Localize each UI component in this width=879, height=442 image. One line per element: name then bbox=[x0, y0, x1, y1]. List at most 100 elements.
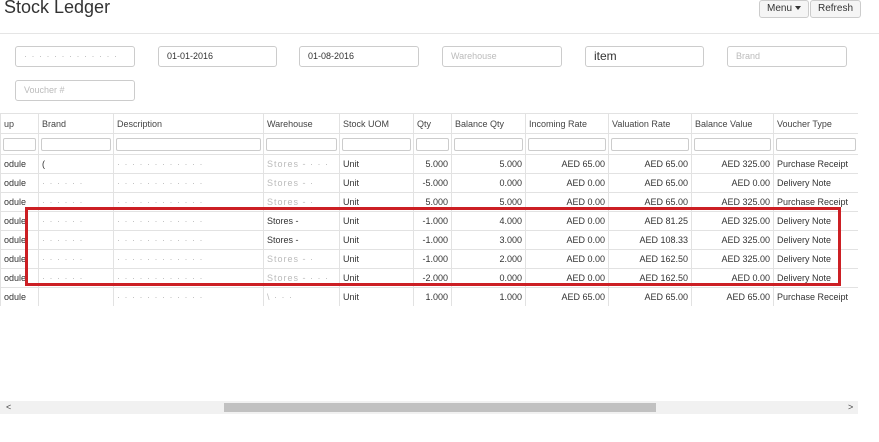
table-cell: odule bbox=[0, 230, 39, 250]
table-cell: · · · · · · bbox=[38, 268, 114, 288]
table-cell: odule bbox=[0, 173, 39, 193]
company-value: · · · · · · · · · · · · · bbox=[24, 51, 118, 61]
column-filter-input[interactable] bbox=[266, 137, 337, 151]
table-cell: AED 0.00 bbox=[525, 268, 609, 288]
table-cell: odule bbox=[0, 211, 39, 231]
table-cell: Delivery Note bbox=[773, 211, 858, 231]
table-cell: · · · · · · bbox=[38, 211, 114, 231]
table-cell: AED 325.00 bbox=[691, 192, 774, 212]
table-cell: AED 65.00 bbox=[608, 192, 692, 212]
column-header[interactable]: Incoming Rate bbox=[525, 113, 609, 134]
menu-button[interactable]: Menu bbox=[759, 0, 810, 18]
table-cell: Stores - bbox=[263, 230, 340, 250]
column-filter-input[interactable] bbox=[611, 137, 689, 151]
table-cell: 5.000 bbox=[451, 192, 526, 212]
refresh-button[interactable]: Refresh bbox=[810, 0, 862, 18]
table-cell: AED 162.50 bbox=[608, 249, 692, 269]
table-cell: AED 81.25 bbox=[608, 211, 692, 231]
item-filter[interactable]: item bbox=[585, 46, 704, 67]
table-cell: AED 0.00 bbox=[525, 211, 609, 231]
menu-label: Menu bbox=[767, 3, 793, 14]
column-filter-cell bbox=[525, 133, 609, 155]
table-cell: odule bbox=[0, 268, 39, 288]
column-header[interactable]: Balance Value bbox=[691, 113, 774, 134]
table-row[interactable]: odule(· · · · · · · · · · · · Stores - · … bbox=[0, 154, 858, 174]
from-date-filter[interactable]: 01-01-2016 bbox=[158, 46, 277, 67]
column-filter-input[interactable] bbox=[116, 137, 261, 151]
table-cell: 4.000 bbox=[451, 211, 526, 231]
column-filter-input[interactable] bbox=[41, 137, 111, 151]
brand-filter[interactable]: Brand bbox=[727, 46, 847, 67]
table-cell: AED 65.00 bbox=[525, 154, 609, 174]
table-cell: -5.000 bbox=[413, 173, 452, 193]
column-filter-input[interactable] bbox=[342, 137, 411, 151]
column-filter-input[interactable] bbox=[416, 137, 449, 151]
column-filter-input[interactable] bbox=[694, 137, 771, 151]
column-header[interactable]: Valuation Rate bbox=[608, 113, 692, 134]
table-cell: Stores - · bbox=[263, 173, 340, 193]
warehouse-filter[interactable]: Warehouse bbox=[442, 46, 562, 67]
company-filter[interactable]: · · · · · · · · · · · · · bbox=[15, 46, 135, 67]
table-cell: odule bbox=[0, 154, 39, 174]
column-header[interactable]: Warehouse bbox=[263, 113, 340, 134]
table-cell: Purchase Receipt bbox=[773, 287, 858, 306]
scroll-right-icon[interactable]: > bbox=[848, 401, 853, 414]
table-cell: 5.000 bbox=[413, 192, 452, 212]
voucher-filter[interactable]: Voucher # bbox=[15, 80, 135, 101]
stock-ledger-grid: up Brand Description Warehouse Stock UOM… bbox=[0, 113, 858, 306]
table-cell: 5.000 bbox=[413, 154, 452, 174]
table-cell: AED 65.00 bbox=[525, 287, 609, 306]
table-cell: \ · · · bbox=[263, 287, 340, 306]
table-cell: Delivery Note bbox=[773, 173, 858, 193]
column-filter-cell bbox=[608, 133, 692, 155]
table-cell: 2.000 bbox=[451, 249, 526, 269]
column-filter-input[interactable] bbox=[776, 137, 856, 151]
column-header[interactable]: Description bbox=[113, 113, 264, 134]
table-cell: Delivery Note bbox=[773, 268, 858, 288]
column-filter-cell bbox=[339, 133, 414, 155]
to-date-filter[interactable]: 01-08-2016 bbox=[299, 46, 419, 67]
column-header[interactable]: Brand bbox=[38, 113, 114, 134]
column-header[interactable]: Balance Qty bbox=[451, 113, 526, 134]
column-filter-input[interactable] bbox=[454, 137, 523, 151]
table-cell: · · · · · · · · · · · · bbox=[113, 268, 264, 288]
table-row[interactable]: odule · · · · · · · · · · · · · · · · · · S… bbox=[0, 249, 858, 269]
table-cell: Stores - · bbox=[263, 192, 340, 212]
horizontal-scrollbar[interactable]: < > bbox=[0, 401, 858, 414]
column-filter-cell bbox=[773, 133, 858, 155]
table-cell: · · · · · · · · · · · · bbox=[113, 173, 264, 193]
table-row[interactable]: odule · · · · · · · · · · · · · · · · · · S… bbox=[0, 230, 858, 250]
column-filter-input[interactable] bbox=[3, 137, 36, 151]
column-filter-cell bbox=[451, 133, 526, 155]
table-cell: AED 325.00 bbox=[691, 154, 774, 174]
table-row[interactable]: odule · · · · · · · · · · · · · · · · · · S… bbox=[0, 173, 858, 193]
column-header[interactable]: Voucher Type bbox=[773, 113, 858, 134]
scroll-left-icon[interactable]: < bbox=[6, 401, 11, 414]
column-header[interactable]: Stock UOM bbox=[339, 113, 414, 134]
table-cell: odule bbox=[0, 287, 39, 306]
table-row[interactable]: odule · · · · · · · · · · · · \ · · · Unit 1… bbox=[0, 287, 858, 306]
table-row[interactable]: odule · · · · · · · · · · · · · · · · · · S… bbox=[0, 268, 858, 288]
table-cell: · · · · · · · · · · · · bbox=[113, 287, 264, 306]
scroll-thumb[interactable] bbox=[224, 403, 656, 412]
column-filter-cell bbox=[691, 133, 774, 155]
table-cell: Unit bbox=[339, 192, 414, 212]
page-title: Stock Ledger bbox=[4, 0, 111, 17]
table-cell: Delivery Note bbox=[773, 249, 858, 269]
column-filter-input[interactable] bbox=[528, 137, 606, 151]
table-cell: 1.000 bbox=[413, 287, 452, 306]
table-cell: -1.000 bbox=[413, 249, 452, 269]
table-row[interactable]: odule · · · · · · · · · · · · · · · · · · S… bbox=[0, 211, 858, 231]
table-cell: 0.000 bbox=[451, 173, 526, 193]
table-cell: AED 108.33 bbox=[608, 230, 692, 250]
table-cell: · · · · · · · · · · · · bbox=[113, 211, 264, 231]
table-cell: Delivery Note bbox=[773, 230, 858, 250]
table-cell: Purchase Receipt bbox=[773, 192, 858, 212]
column-header[interactable]: Qty bbox=[413, 113, 452, 134]
column-header[interactable]: up bbox=[0, 113, 39, 134]
table-cell: ( bbox=[38, 154, 114, 174]
column-filter-cell bbox=[413, 133, 452, 155]
table-row[interactable]: odule · · · · · · · · · · · · · · · · · · S… bbox=[0, 192, 858, 212]
table-cell: AED 162.50 bbox=[608, 268, 692, 288]
table-cell: Stores - bbox=[263, 211, 340, 231]
